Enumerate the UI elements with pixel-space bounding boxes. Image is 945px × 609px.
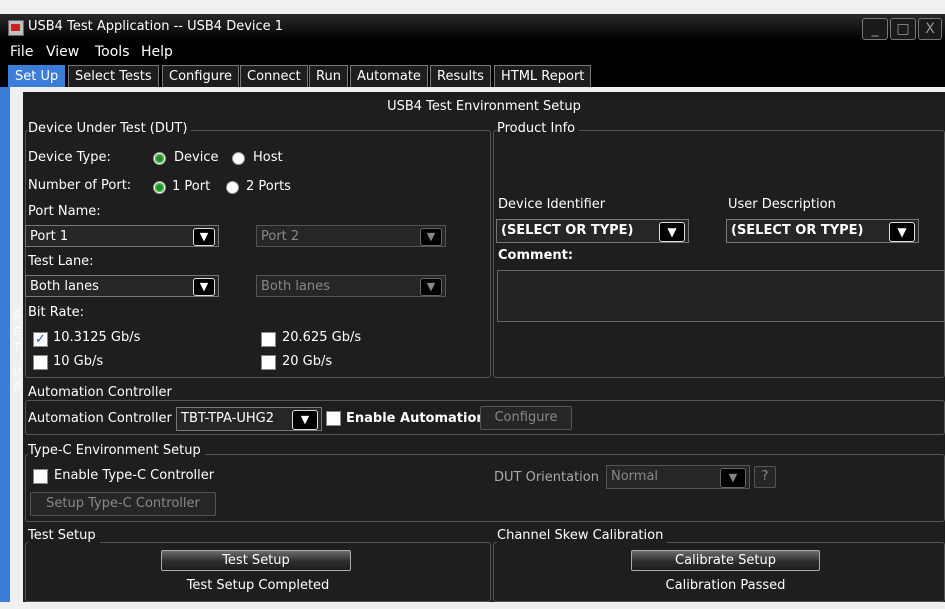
radio-2-ports[interactable] [226,181,239,194]
radio-1-port-label: 1 Port [172,179,211,194]
tab-set-up[interactable]: Set Up [8,65,66,87]
automation-group-label: Automation Controller [28,385,176,400]
bit-rate-10-3125-label: 10.3125 Gb/s [53,330,141,345]
user-description-label: User Description [728,197,836,212]
side-label-p: P [13,381,21,394]
test-setup-group-label: Test Setup [28,528,100,543]
chevron-down-icon[interactable]: ▼ [659,222,685,242]
checkbox-10-3125[interactable]: ✓ [33,332,48,347]
dut-group-label: Device Under Test (DUT) [28,121,192,136]
dut-orientation-label: DUT Orientation [494,470,599,485]
enable-typec-label: Enable Type-C Controller [54,468,215,483]
bit-rate-20-label: 20 Gb/s [282,354,333,369]
calibration-status: Calibration Passed [665,578,786,593]
menu-bar: File View Tools Help [0,41,945,63]
user-description-value: (SELECT OR TYPE) [731,223,864,238]
lane1-select[interactable]: Both lanes ▼ [25,275,219,297]
user-description-select[interactable]: (SELECT OR TYPE) ▼ [726,219,919,243]
lane2-value: Both lanes [261,279,330,294]
chevron-down-icon: ▼ [720,468,746,488]
test-setup-status: Test Setup Completed [186,578,330,593]
test-lane-label: Test Lane: [28,254,94,269]
typec-group-label: Type-C Environment Setup [28,443,205,458]
radio-device[interactable] [153,152,166,165]
skew-calibration-group-label: Channel Skew Calibration [497,528,668,543]
chevron-down-icon: ▼ [420,228,442,246]
enable-automation-label: Enable Automation [346,411,486,426]
tab-automate[interactable]: Automate [350,65,428,87]
calibrate-setup-button[interactable]: Calibrate Setup [631,550,820,571]
page-title: USB4 Test Environment Setup [387,99,581,114]
enable-typec-checkbox[interactable] [33,469,48,484]
comment-field[interactable] [497,270,945,322]
dut-orientation-value: Normal [611,469,659,484]
test-setup-button[interactable]: Test Setup [161,550,351,571]
window-title: USB4 Test Application -- USB4 Device 1 [28,19,284,34]
chevron-down-icon: ▼ [420,278,442,296]
chevron-down-icon[interactable]: ▼ [889,222,915,242]
automation-controller-label: Automation Controller [28,411,172,426]
maximize-icon[interactable]: □ [890,18,916,40]
chevron-down-icon[interactable]: ▼ [193,228,215,246]
port-name-label: Port Name: [28,204,101,219]
radio-host[interactable] [232,152,245,165]
enable-automation-checkbox[interactable] [326,411,341,426]
radio-2-ports-label: 2 Ports [246,179,291,194]
menu-view[interactable]: View [46,44,79,60]
port1-select[interactable]: Port 1 ▼ [25,225,219,247]
tab-bar: Set Up Select Tests Configure Connect Ru… [0,63,945,87]
lane1-value: Both lanes [30,279,99,294]
help-button[interactable]: ? [754,466,776,488]
bit-rate-10-label: 10 Gb/s [53,354,104,369]
device-type-label: Device Type: [28,150,111,165]
app-icon[interactable] [8,20,24,36]
bit-rate-label: Bit Rate: [28,305,84,320]
automation-controller-value: TBT-TPA-UHG2 [181,411,274,426]
device-identifier-select[interactable]: (SELECT OR TYPE) ▼ [496,219,689,243]
radio-host-label: Host [253,150,283,165]
side-label-u: U [12,365,22,378]
minimize-icon[interactable]: _ [862,18,888,40]
radio-device-label: Device [174,150,219,165]
tab-connect[interactable]: Connect [240,65,308,87]
side-label-s: S [13,309,21,322]
tab-select-tests[interactable]: Select Tests [68,65,159,87]
close-icon[interactable]: X [918,18,942,40]
menu-tools[interactable]: Tools [95,44,130,60]
setup-typec-button[interactable]: Setup Type-C Controller [30,492,216,516]
menu-file[interactable]: File [10,44,33,60]
title-bar: USB4 Test Application -- USB4 Device 1 _… [0,14,945,41]
automation-controller-select[interactable]: TBT-TPA-UHG2 ▼ [176,407,322,431]
side-strip [0,87,10,602]
lane2-select: Both lanes ▼ [256,275,446,297]
tab-run[interactable]: Run [309,65,348,87]
product-info-label: Product Info [497,121,580,136]
chevron-down-icon[interactable]: ▼ [292,410,318,430]
device-identifier-label: Device Identifier [498,197,606,212]
port1-value: Port 1 [30,229,69,244]
chevron-down-icon[interactable]: ▼ [193,278,215,296]
num-ports-label: Number of Port: [28,178,132,193]
menu-help[interactable]: Help [141,44,173,60]
device-identifier-value: (SELECT OR TYPE) [501,223,634,238]
tab-results[interactable]: Results [430,65,491,87]
dut-orientation-select: Normal ▼ [606,465,750,489]
tab-configure[interactable]: Configure [162,65,240,87]
port2-value: Port 2 [261,229,300,244]
comment-label: Comment: [498,248,574,263]
port2-select: Port 2 ▼ [256,225,446,247]
radio-1-port[interactable] [153,181,166,194]
tab-html-report[interactable]: HTML Report [494,65,592,87]
configure-button[interactable]: Configure [480,406,572,430]
checkbox-10[interactable] [33,355,48,370]
bottom-border [0,602,945,609]
bit-rate-20-625-label: 20.625 Gb/s [282,330,362,345]
checkbox-20-625[interactable] [261,332,276,347]
side-label-e: E [13,325,21,338]
checkbox-20[interactable] [261,355,276,370]
side-label-t: T [13,341,21,354]
